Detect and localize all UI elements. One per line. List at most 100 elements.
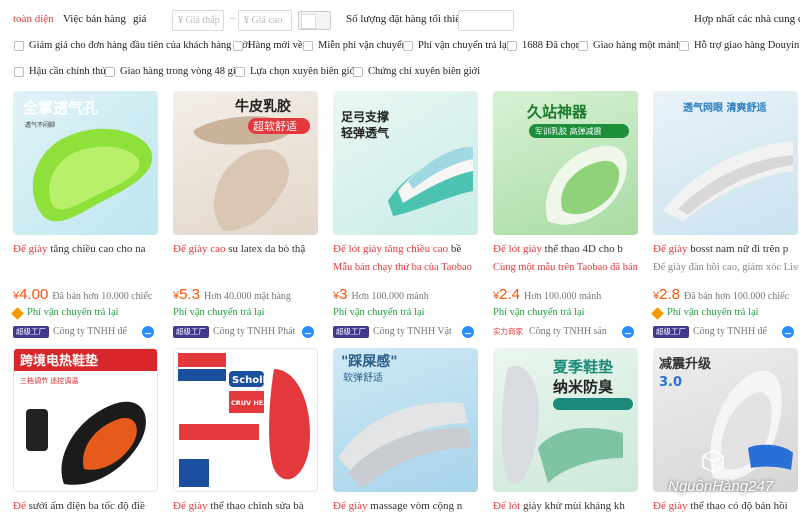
filter-business-dropdown[interactable]: Việc bản hàng xyxy=(63,13,126,25)
product-title[interactable]: Đế giày cao su latex da bò thậ xyxy=(173,242,318,256)
company-line[interactable]: 超级工厂 Công ty TNHH đế xyxy=(653,324,798,339)
checkbox-icon[interactable] xyxy=(233,40,243,51)
company-name: Công ty TNHH đế xyxy=(693,326,767,337)
product-card[interactable]: 足弓支撑 轻弹透气 Đế lót giày tăng chiều cao bề … xyxy=(333,91,478,339)
product-price: 2.8 xyxy=(659,286,680,303)
product-image[interactable]: 久站神器 军训乳胶 高弹减震 xyxy=(493,91,638,235)
product-title[interactable]: Đế giày thể thao chỉnh sửa bà xyxy=(173,499,318,513)
company-name: Công ty TNHH đế xyxy=(53,326,127,337)
price-range-dash: – xyxy=(230,12,236,24)
checkbox-icon[interactable] xyxy=(353,66,363,77)
checkbox-cross-border-selection[interactable]: Lựa chọn xuyên biên giới xyxy=(235,66,358,77)
checkbox-icon[interactable] xyxy=(507,40,517,51)
image-caption: 久站神器 xyxy=(527,103,588,121)
product-subtitle: Đế giày đàn hồi cao, giảm xóc List xyxy=(653,262,798,273)
watermark-box-icon xyxy=(702,450,724,473)
checkbox-icon[interactable] xyxy=(235,66,245,77)
product-subtitle: Mẫu bán chạy thứ ba của Taobao xyxy=(333,262,472,273)
checkbox-douyin[interactable]: Hỗ trợ giao hàng Douyin xyxy=(679,40,799,51)
product-card[interactable]: 夏季鞋垫 纳米防臭 Đế lót giày khử mùi kháng kh xyxy=(493,348,638,513)
checkbox-1688-selected[interactable]: 1688 Đã chọn xyxy=(507,40,581,51)
checkbox-label: Hàng mới về xyxy=(248,40,303,51)
product-price: 4.00 xyxy=(19,286,49,303)
checkbox-icon[interactable] xyxy=(403,40,413,51)
checkbox-icon[interactable] xyxy=(578,40,588,51)
product-title[interactable]: Đế sưởi ấm điện ba tốc độ điề xyxy=(13,499,158,513)
company-line[interactable]: 超级工厂 Công ty TNHH đế xyxy=(13,324,158,339)
min-price-input[interactable]: ¥ Giá thấp xyxy=(172,10,224,31)
sold-count: Hơn 100.000 mảnh xyxy=(523,291,602,302)
product-image[interactable]: 夏季鞋垫 纳米防臭 xyxy=(493,348,638,492)
chat-icon[interactable] xyxy=(462,325,474,338)
moq-input[interactable] xyxy=(458,10,514,31)
product-image[interactable]: 跨境电热鞋垫 三档调节 遥控调温 xyxy=(13,348,158,492)
checkbox-48h-delivery[interactable]: Giao hàng trong vòng 48 giờ xyxy=(105,66,241,77)
shipping-info: Phí vận chuyển trả lại xyxy=(333,307,425,318)
price-line: ¥3 Hơn 100.000 mảnh xyxy=(333,286,429,303)
product-card[interactable]: 跨境电热鞋垫 三档调节 遥控调温 Đế sưởi ấm điện ba tốc … xyxy=(13,348,158,513)
product-image[interactable]: 透气网眼 清爽舒适 xyxy=(653,91,798,235)
checkbox-new-arrivals[interactable]: Hàng mới về xyxy=(233,40,303,51)
company-line[interactable]: 超级工厂 Công ty TNHH Vật xyxy=(333,324,478,339)
checkbox-label: Hậu cần chính thức xyxy=(29,66,111,77)
factory-badge: 超级工厂 xyxy=(333,325,369,338)
checkbox-icon[interactable] xyxy=(14,66,24,77)
image-caption: Scholl xyxy=(232,375,266,386)
checkbox-return-shipping[interactable]: Phí vận chuyển trả lại xyxy=(403,40,510,51)
checkbox-free-shipping[interactable]: Miễn phí vận chuyển xyxy=(303,40,407,51)
product-image[interactable]: 牛皮乳胶 超软舒适 xyxy=(173,91,318,235)
company-line[interactable]: 实力商家 Công ty TNHH sản xyxy=(493,324,638,339)
checkbox-cross-border-cert[interactable]: Chứng chỉ xuyên biên giới xyxy=(353,66,480,77)
checkbox-label: Giao hàng một mảnh xyxy=(593,40,682,51)
product-image[interactable]: 全掌透气孔 透气不闷脚 xyxy=(13,91,158,235)
checkbox-label: Giao hàng trong vòng 48 giờ xyxy=(120,66,242,77)
product-title[interactable]: Đế lót giày khử mùi kháng kh xyxy=(493,499,638,513)
image-subcaption: 3.0 xyxy=(659,375,682,390)
product-card[interactable]: Scholl CRUV HEAL Đế giày thể thao chỉnh … xyxy=(173,348,318,513)
filter-all-tab[interactable]: toàn diện xyxy=(13,13,54,25)
chat-icon[interactable] xyxy=(302,325,314,338)
product-title[interactable]: Đế giày tăng chiều cao cho na xyxy=(13,242,158,256)
image-caption: 牛皮乳胶 xyxy=(235,98,291,115)
checkbox-label: 1688 Đã chọn xyxy=(522,40,581,51)
image-caption: 夏季鞋垫 xyxy=(552,358,613,376)
image-caption: 透气网眼 清爽舒适 xyxy=(683,101,766,114)
checkbox-icon[interactable] xyxy=(303,40,313,51)
chat-icon[interactable] xyxy=(622,325,634,338)
product-card[interactable]: 久站神器 军训乳胶 高弹减震 Đế lót giày thể thao 4D c… xyxy=(493,91,638,339)
checkbox-new-customer-discount[interactable]: Giảm giá cho đơn hàng đầu tiên của khách… xyxy=(14,40,251,51)
max-price-input[interactable]: ¥ Giá cao xyxy=(238,10,292,31)
view-toggle[interactable] xyxy=(298,11,331,30)
checkbox-label: Giảm giá cho đơn hàng đầu tiên của khách… xyxy=(29,40,251,51)
image-subcaption: 三档调节 遥控调温 xyxy=(20,376,78,385)
price-line: ¥5.3 Hơn 40.000 mặt hàng xyxy=(173,286,291,303)
checkbox-label: Chứng chỉ xuyên biên giới xyxy=(368,66,481,77)
product-card[interactable]: 牛皮乳胶 超软舒适 Đế giày cao su latex da bò thậ… xyxy=(173,91,318,339)
checkbox-icon[interactable] xyxy=(679,40,689,51)
checkbox-single-piece[interactable]: Giao hàng một mảnh xyxy=(578,40,681,51)
chat-icon[interactable] xyxy=(782,325,794,338)
price-line: ¥4.00 Đã bán hơn 10.000 chiếc xyxy=(13,286,153,303)
product-image[interactable]: "踩屎感" 软弹舒适 xyxy=(333,348,478,492)
shipping-info: Phí vận chuyển trả lại xyxy=(493,307,585,318)
product-image[interactable]: 足弓支撑 轻弹透气 xyxy=(333,91,478,235)
product-card[interactable]: "踩屎感" 软弹舒适 Đế giày massage vòm cộng n xyxy=(333,348,478,513)
image-caption: 全掌透气孔 xyxy=(22,99,98,117)
product-title[interactable]: Đế giày thể thao cỏ độ bản hồi xyxy=(653,499,798,513)
checkbox-icon[interactable] xyxy=(14,40,24,51)
product-title[interactable]: Đế giày bosst nam nữ đi trên p xyxy=(653,242,798,256)
product-card[interactable]: 全掌透气孔 透气不闷脚 Đế giày tăng chiều cao cho n… xyxy=(11,91,158,339)
image-caption: 足弓支撑 xyxy=(341,109,389,124)
image-caption: "踩屎感" xyxy=(341,353,398,370)
company-line[interactable]: 超级工厂 Công ty TNHH Phát xyxy=(173,324,318,339)
product-title[interactable]: Đế lót giày tăng chiều cao bề xyxy=(333,242,478,256)
chat-icon[interactable] xyxy=(142,325,154,338)
product-image[interactable]: Scholl CRUV HEAL xyxy=(173,348,318,492)
checkbox-icon[interactable] xyxy=(105,66,115,77)
sort-merge-suppliers[interactable]: Hợp nhất các nhà cung cấp xyxy=(694,13,800,25)
product-title[interactable]: Đế giày massage vòm cộng n xyxy=(333,499,478,513)
product-card[interactable]: 透气网眼 清爽舒适 Đế giày bosst nam nữ đi trên p… xyxy=(651,91,798,339)
product-title[interactable]: Đế lót giày thể thao 4D cho b xyxy=(493,242,638,256)
checkbox-row-2: Hậu cần chính thức Giao hàng trong vòng … xyxy=(0,66,800,82)
checkbox-official-logistics[interactable]: Hậu cần chính thức xyxy=(14,66,111,77)
